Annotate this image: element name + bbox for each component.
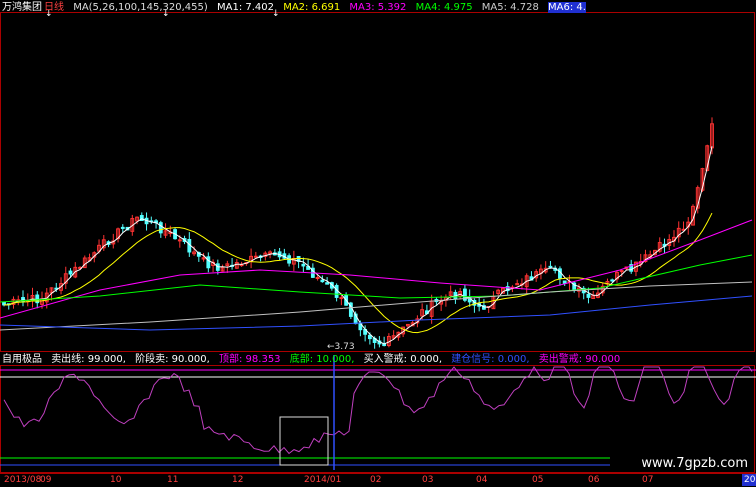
date-axis-label: 02 [370,475,382,485]
date-axis-label: 2014 [742,474,756,486]
candle-body [68,270,73,275]
main-header: 万鸿集团 日线 MA(5,26,100,145,320,455) MA1: 7.4… [2,2,592,14]
date-axis-label: 12 [232,475,244,485]
sell-warning-value: 卖出警戒: 90.000 [538,354,621,365]
low-price-marker: ←3.73 [327,342,355,352]
ma1-value: MA1: 7.402 [216,2,274,13]
ma1-line [3,145,713,345]
date-axis-label: 05 [532,475,544,485]
ma4-value: MA4: 4.975 [415,2,473,13]
ma3-value: MA3: 5.392 [349,2,407,13]
candle-body [315,277,320,280]
date-axis-label: 03 [422,475,434,485]
candle-body [548,265,553,268]
candle-body [325,282,330,285]
indicator-line [3,366,753,455]
candle-body [301,263,306,267]
ma2-value: MA2: 6.691 [283,2,341,13]
chart-stage: ↓ ↓ ↓ 万鸿集团 日线 MA(5,26,100,145,320,455) MA1:… [0,0,756,487]
candle-body [320,279,325,283]
ma5-value: MA5: 4.728 [481,2,539,13]
candle-body [619,270,624,273]
date-axis-label: 11 [167,475,179,485]
ma6-value: MA6: 4. [548,2,586,13]
date-axis-label: 09 [40,475,52,485]
candle-body [158,222,163,234]
candle-body [177,239,182,242]
watermark: www.7gpzb.com [641,456,748,471]
sell-line-value: 卖出线: 99.000, [51,354,126,365]
candle-body [253,255,258,258]
buy-warning-value: 买入警戒: 0.000, [363,354,442,365]
date-axis-label: 04 [476,475,488,485]
date-axis-label: 2014/01 [304,475,342,485]
date-axis-label: 06 [588,475,600,485]
bottom-value: 底部: 10.000, [289,354,355,365]
top-value: 顶部: 98.353 [219,354,281,365]
candle-body [206,256,211,269]
date-axis-label: 07 [642,475,654,485]
stage-sell-value: 阶段卖: 90.000, [135,354,210,365]
candle-body [339,297,344,300]
candle-body [120,226,125,229]
buy-signal-value: 建仓信号: 0.000, [451,354,530,365]
candle-body [367,334,372,340]
ma2-line [3,212,713,334]
ma6-line [0,295,753,331]
candle-body [586,293,591,298]
ma-params: MA(5,26,100,145,320,455) [73,2,208,13]
candle-body [610,279,615,282]
main-panel-frame [0,12,755,352]
kline-chart[interactable]: ↓ ↓ ↓ [0,0,756,487]
period-label[interactable]: 日线 [44,2,64,13]
indicator-name[interactable]: 自用极品 [2,354,42,365]
date-axis-label: 10 [110,475,122,485]
stock-name: 万鸿集团 [2,2,42,13]
indicator-header: 自用极品 卖出线: 99.000, 阶段卖: 90.000, 顶部: 98.35… [2,354,626,366]
